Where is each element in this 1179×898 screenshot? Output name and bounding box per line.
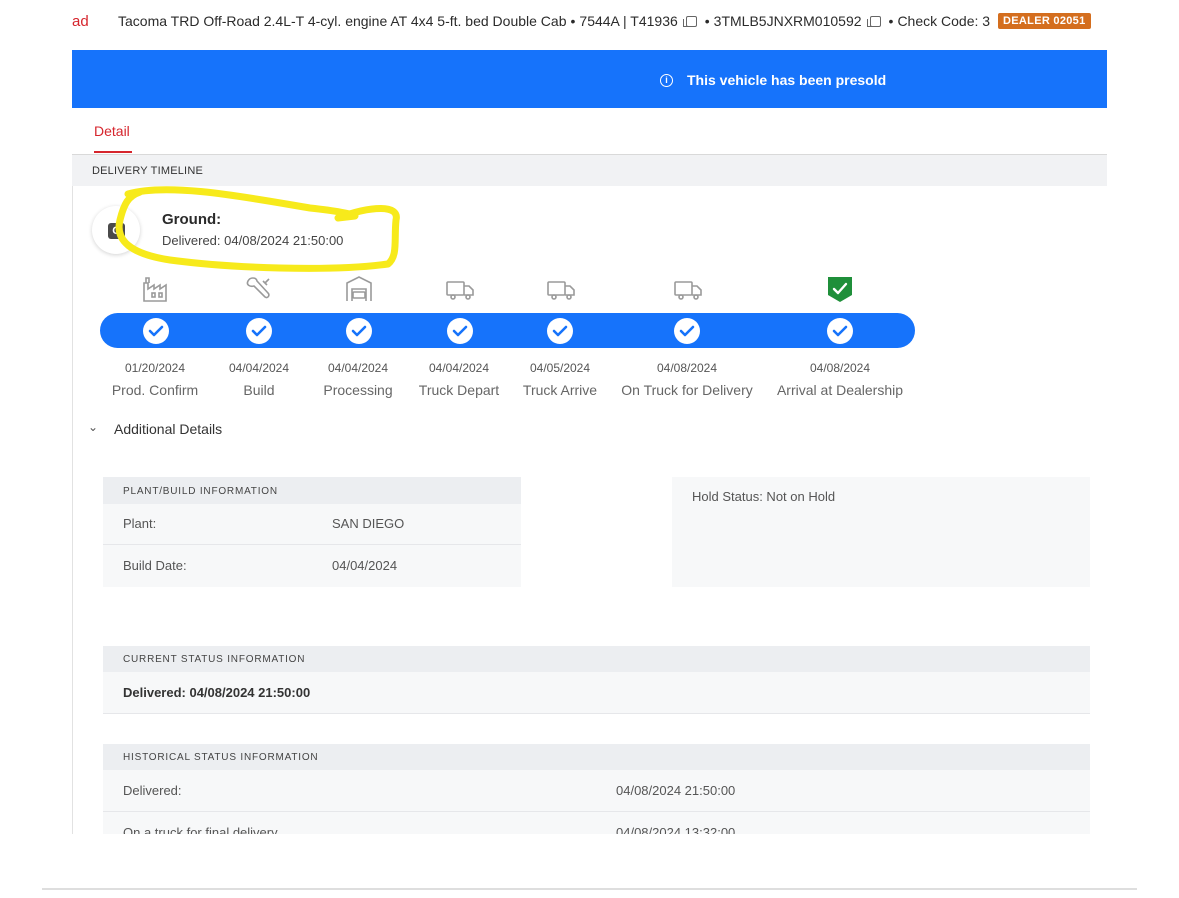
current-status-value: Delivered: 04/08/2024 21:50:00: [123, 685, 311, 700]
vehicle-summary: Tacoma TRD Off-Road 2.4L-T 4-cyl. engine…: [118, 13, 1091, 29]
divider: [42, 888, 1137, 890]
chevron-down-icon[interactable]: ⌄: [88, 420, 98, 434]
tab-detail[interactable]: Detail: [94, 123, 130, 139]
ground-title: Ground:: [162, 211, 222, 228]
truck-icon: [445, 275, 475, 303]
copy-icon[interactable]: [682, 15, 697, 27]
info-icon: i: [660, 73, 673, 87]
vehicle-description: Tacoma TRD Off-Road 2.4L-T 4-cyl. engine…: [118, 13, 567, 29]
shield-check-icon: [826, 275, 856, 303]
dealer-badge: DEALER 02051: [998, 13, 1091, 29]
stage-label: Truck Arrive: [522, 382, 598, 398]
divider: [103, 544, 521, 545]
stage-complete-check-icon: [346, 318, 372, 344]
additional-details-toggle[interactable]: Additional Details: [114, 421, 222, 437]
stage-label: Processing: [323, 382, 393, 398]
header-left-fragment[interactable]: ad: [72, 13, 89, 30]
current-status-header: CURRENT STATUS INFORMATION: [103, 646, 1090, 672]
panel-heading: PLANT/BUILD INFORMATION: [123, 486, 278, 497]
history-row-value: 04/08/2024 21:50:00: [616, 783, 736, 798]
divider: [72, 186, 73, 834]
active-tab-indicator: [94, 151, 132, 153]
ground-letter-icon: G: [108, 223, 125, 239]
truck-icon: [546, 275, 576, 303]
stage-date: 01/20/2024: [124, 361, 186, 375]
delivery-timeline-header: DELIVERY TIMELINE: [72, 155, 1107, 186]
stage-date: 04/04/2024: [428, 361, 490, 375]
factory-icon: [141, 275, 171, 303]
separator: •: [704, 13, 710, 29]
stage-date: 04/04/2024: [327, 361, 389, 375]
stage-label: On Truck for Delivery: [621, 382, 753, 398]
stage-date: 04/08/2024: [656, 361, 718, 375]
stage-label: Truck Depart: [418, 382, 500, 398]
build-date-value: 04/04/2024: [332, 558, 398, 573]
truck-icon: [673, 275, 703, 303]
stage-complete-check-icon: [246, 318, 272, 344]
stage-date: 04/04/2024: [228, 361, 290, 375]
stage-label: Arrival at Dealership: [776, 382, 904, 398]
model-stock-number: 7544A | T41936: [579, 13, 678, 29]
separator: •: [888, 13, 894, 29]
check-code: Check Code: 3: [897, 13, 991, 29]
yellow-highlight-annotation: [115, 186, 400, 272]
stage-date: 04/08/2024: [809, 361, 871, 375]
stage-label: Build: [243, 382, 275, 398]
wrench-icon: [244, 275, 274, 303]
hold-status: Hold Status: Not on Hold: [692, 489, 836, 504]
plant-label: Plant:: [123, 516, 157, 531]
build-date-label: Build Date:: [123, 558, 187, 573]
historical-status-header: HISTORICAL STATUS INFORMATION: [103, 744, 1090, 770]
plant-value: SAN DIEGO: [332, 516, 405, 531]
vehicle-header: ad Tacoma TRD Off-Road 2.4L-T 4-cyl. eng…: [0, 0, 1179, 44]
historical-status-body: Delivered: 04/08/2024 21:50:00 On a truc…: [103, 770, 1090, 834]
vin-number: 3TMLB5JNXRM010592: [713, 13, 862, 29]
stage-complete-check-icon: [674, 318, 700, 344]
plant-build-header: PLANT/BUILD INFORMATION: [103, 477, 521, 504]
divider: [103, 811, 1090, 812]
stage-complete-check-icon: [143, 318, 169, 344]
stage-complete-check-icon: [447, 318, 473, 344]
panel-heading: HISTORICAL STATUS INFORMATION: [123, 752, 319, 763]
section-title: DELIVERY TIMELINE: [92, 165, 203, 177]
panel-heading: CURRENT STATUS INFORMATION: [123, 654, 306, 665]
history-row-label: On a truck for final delivery: [123, 825, 278, 834]
separator: •: [570, 13, 576, 29]
stage-complete-check-icon: [547, 318, 573, 344]
garage-car-icon: [344, 275, 374, 303]
stage-label: Prod. Confirm: [111, 382, 199, 398]
history-row-value: 04/08/2024 13:32:00: [616, 825, 736, 834]
stage-date: 04/05/2024: [529, 361, 591, 375]
presold-banner: i This vehicle has been presold: [72, 50, 1107, 108]
banner-message: This vehicle has been presold: [687, 72, 887, 88]
stage-complete-check-icon: [827, 318, 853, 344]
ground-delivered-status: Delivered: 04/08/2024 21:50:00: [162, 233, 344, 248]
ground-mode-badge: G: [92, 206, 140, 254]
divider: [103, 713, 1090, 714]
plant-build-body: [103, 504, 521, 587]
copy-icon[interactable]: [866, 15, 881, 27]
history-row-label: Delivered:: [123, 783, 182, 798]
delivery-progress-bar: [100, 313, 915, 348]
